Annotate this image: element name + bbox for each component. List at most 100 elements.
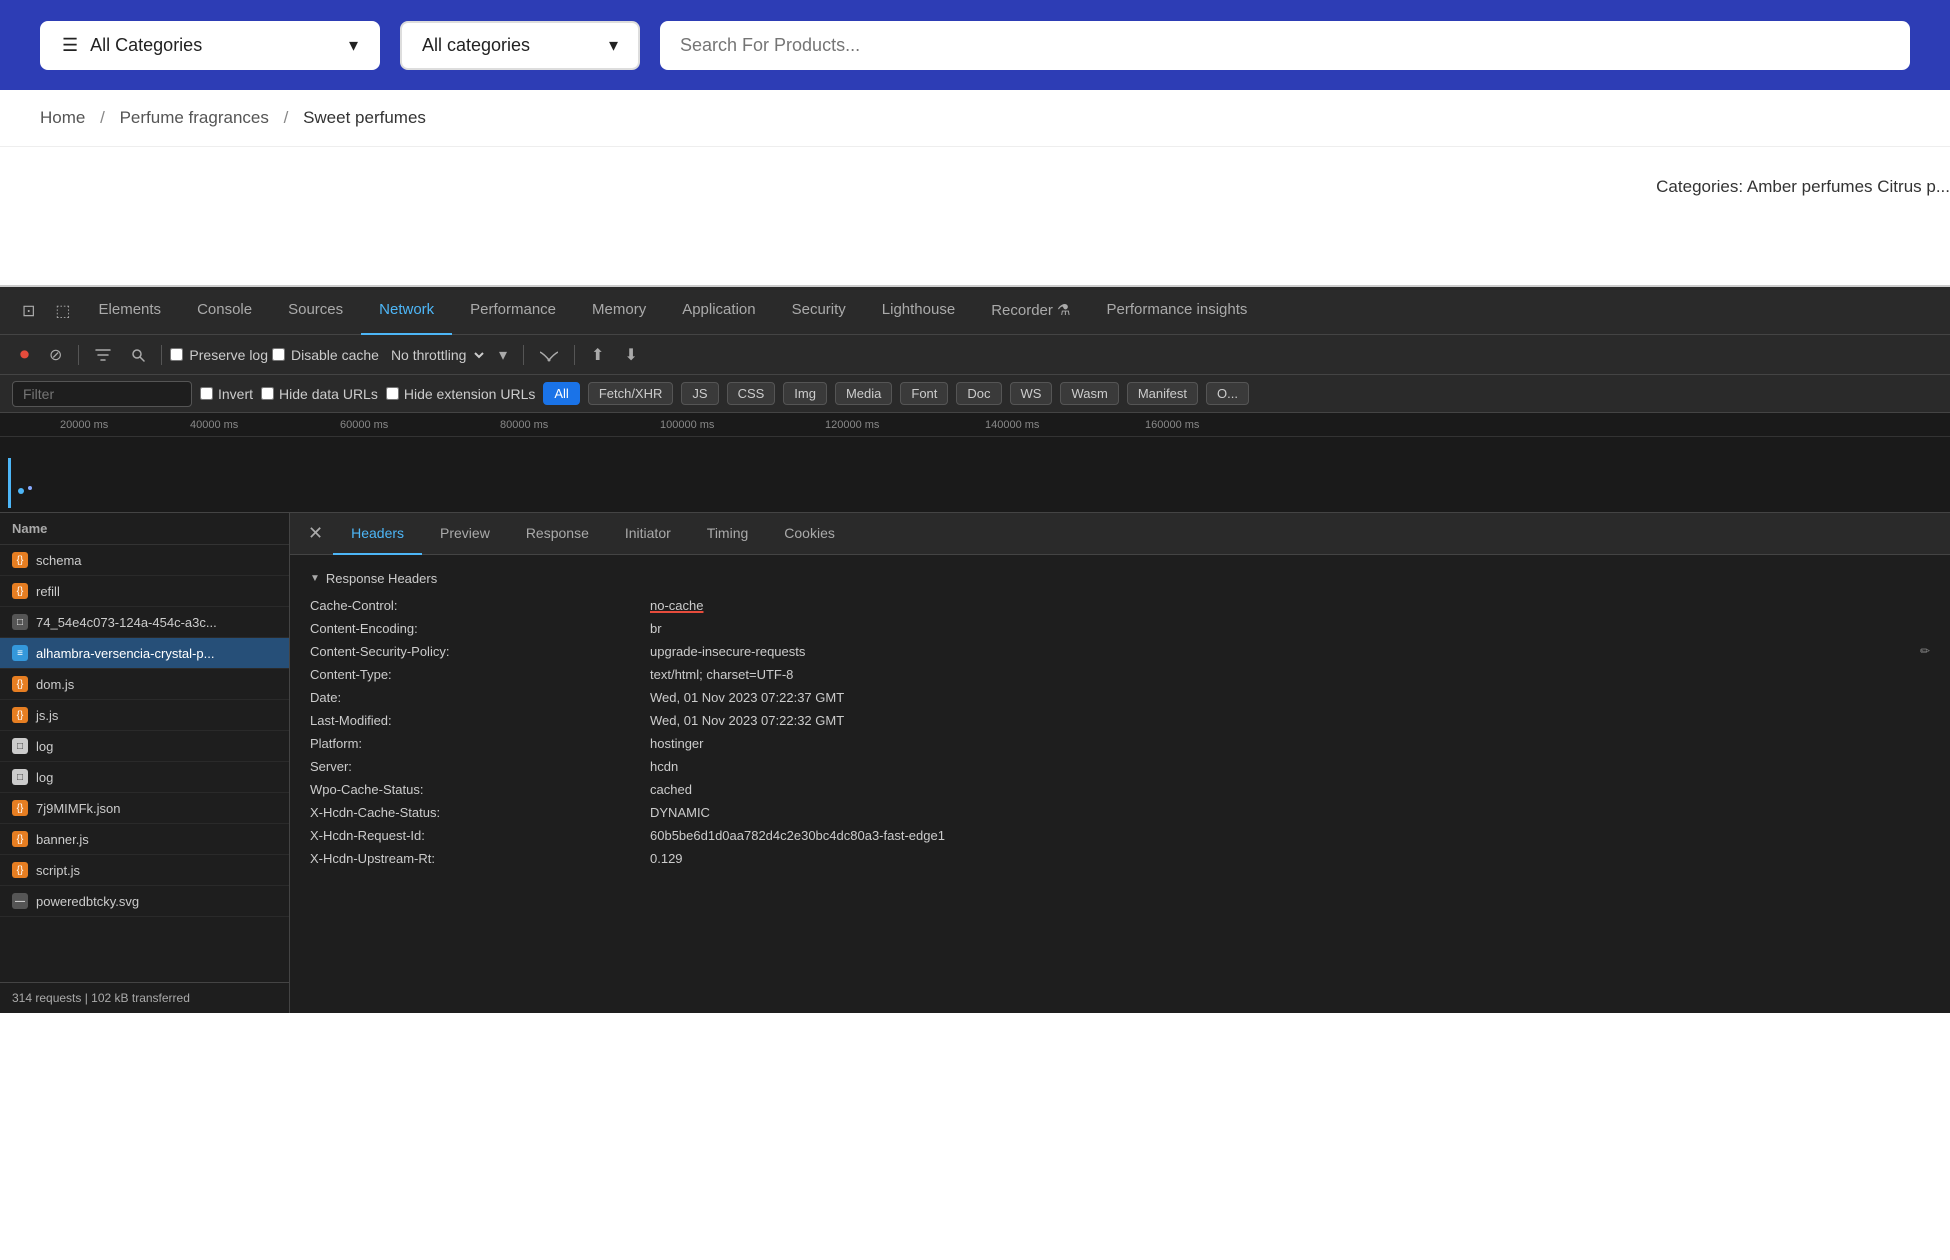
timeline-activity-bar	[8, 458, 11, 508]
breadcrumb-home[interactable]: Home	[40, 108, 85, 127]
header-csp-name: Content-Security-Policy:	[310, 644, 650, 659]
details-tab-preview[interactable]: Preview	[422, 513, 508, 555]
search-input[interactable]	[660, 21, 1910, 70]
header-csp: Content-Security-Policy: upgrade-insecur…	[310, 644, 1930, 659]
all-categories-label: All categories	[422, 35, 530, 56]
header-hcdn-upstream-value: 0.129	[650, 851, 1930, 866]
tab-security[interactable]: Security	[774, 287, 864, 335]
header-hcdn-cache-value: DYNAMIC	[650, 805, 1930, 820]
filter-tag-all[interactable]: All	[543, 382, 579, 405]
tab-network[interactable]: Network	[361, 287, 452, 335]
header-platform-name: Platform:	[310, 736, 650, 751]
timeline-dot-1	[18, 488, 24, 494]
hide-extension-urls-label[interactable]: Hide extension URLs	[386, 386, 536, 402]
scriptjs-icon: {}	[12, 862, 28, 878]
record-stop-btn[interactable]: ⏺	[12, 340, 37, 369]
hide-extension-urls-checkbox[interactable]	[386, 387, 399, 400]
details-tab-cookies[interactable]: Cookies	[766, 513, 853, 555]
svg-name: poweredbtcky.svg	[36, 894, 139, 909]
list-item-refill[interactable]: {} refill	[0, 576, 289, 607]
tab-lighthouse[interactable]: Lighthouse	[864, 287, 973, 335]
list-item-log1[interactable]: □ log	[0, 731, 289, 762]
details-close-btn[interactable]: ✕	[298, 519, 333, 548]
preserve-log-label[interactable]: Preserve log	[170, 347, 268, 363]
filter-tag-img[interactable]: Img	[783, 382, 827, 405]
tab-application[interactable]: Application	[664, 287, 773, 335]
filter-tag-js[interactable]: JS	[681, 382, 718, 405]
74-name: 74_54e4c073-124a-454c-a3c...	[36, 615, 217, 630]
details-tab-timing[interactable]: Timing	[689, 513, 767, 555]
hide-data-urls-checkbox[interactable]	[261, 387, 274, 400]
refill-icon: {}	[12, 583, 28, 599]
filter-tag-ws[interactable]: WS	[1010, 382, 1053, 405]
details-tab-headers[interactable]: Headers	[333, 513, 422, 555]
preserve-log-checkbox[interactable]	[170, 348, 183, 361]
filter-tag-css[interactable]: CSS	[727, 382, 776, 405]
details-content: ▼ Response Headers Cache-Control: no-cac…	[290, 555, 1950, 1013]
list-item-bannerjs[interactable]: {} banner.js	[0, 824, 289, 855]
header-content-type: Content-Type: text/html; charset=UTF-8	[310, 667, 1930, 682]
tab-elements[interactable]: Elements	[81, 287, 180, 335]
search-btn[interactable]	[123, 344, 153, 366]
all-categories-dropdown[interactable]: All categories ▾	[400, 21, 640, 70]
invert-label[interactable]: Invert	[200, 386, 253, 402]
tab-sources[interactable]: Sources	[270, 287, 361, 335]
header-platform-value: hostinger	[650, 736, 1930, 751]
disable-cache-checkbox[interactable]	[272, 348, 285, 361]
list-item-jsjs[interactable]: {} js.js	[0, 700, 289, 731]
list-item-svg[interactable]: — poweredbtcky.svg	[0, 886, 289, 917]
categories-button[interactable]: ☰ All Categories ▾	[40, 21, 380, 70]
list-item-74[interactable]: □ 74_54e4c073-124a-454c-a3c...	[0, 607, 289, 638]
details-tab-response[interactable]: Response	[508, 513, 607, 555]
list-item-alhambra[interactable]: ≡ alhambra-versencia-crystal-p...	[0, 638, 289, 669]
filter-tag-fetch-xhr[interactable]: Fetch/XHR	[588, 382, 674, 405]
list-item-schema[interactable]: {} schema	[0, 545, 289, 576]
filter-tag-wasm[interactable]: Wasm	[1060, 382, 1118, 405]
breadcrumb-perfume[interactable]: Perfume fragrances	[120, 108, 269, 127]
refill-name: refill	[36, 584, 60, 599]
throttle-chevron-btn[interactable]: ▾	[491, 341, 515, 369]
filter-icon-btn[interactable]	[87, 343, 119, 367]
tab-performance[interactable]: Performance	[452, 287, 574, 335]
filter-input[interactable]	[12, 381, 192, 407]
details-tab-initiator[interactable]: Initiator	[607, 513, 689, 555]
tab-recorder[interactable]: Recorder ⚗	[973, 287, 1088, 335]
clear-btn[interactable]: ⊘	[41, 341, 70, 369]
throttle-select[interactable]: No throttling	[383, 344, 487, 366]
details-tab-bar: ✕ Headers Preview Response Initiator Tim…	[290, 513, 1950, 555]
header-wpo-name: Wpo-Cache-Status:	[310, 782, 650, 797]
filter-tag-doc[interactable]: Doc	[956, 382, 1001, 405]
filter-row: Invert Hide data URLs Hide extension URL…	[0, 375, 1950, 413]
list-item-log2[interactable]: □ log	[0, 762, 289, 793]
page-content: Categories: Amber perfumes Citrus p...	[0, 147, 1950, 287]
toolbar-sep1	[78, 345, 79, 365]
wifi-icon-btn[interactable]	[532, 344, 566, 366]
edit-icon[interactable]: ✏	[1920, 644, 1930, 658]
tab-memory[interactable]: Memory	[574, 287, 664, 335]
header-csp-value: upgrade-insecure-requests	[650, 644, 1914, 659]
list-item-domjs[interactable]: {} dom.js	[0, 669, 289, 700]
header-hcdn-cache-name: X-Hcdn-Cache-Status:	[310, 805, 650, 820]
download-btn[interactable]: ⬇	[616, 341, 645, 369]
filter-tag-manifest[interactable]: Manifest	[1127, 382, 1198, 405]
timeline-chart[interactable]	[0, 437, 1950, 512]
jsjs-name: js.js	[36, 708, 58, 723]
header-content-encoding: Content-Encoding: br	[310, 621, 1930, 636]
invert-checkbox[interactable]	[200, 387, 213, 400]
disable-cache-label[interactable]: Disable cache	[272, 347, 379, 363]
tab-perf-insights[interactable]: Performance insights	[1089, 287, 1266, 335]
hide-data-urls-label[interactable]: Hide data URLs	[261, 386, 378, 402]
devtools-dock-icon[interactable]: ⊡	[12, 295, 45, 327]
section-triangle-icon: ▼	[310, 573, 320, 584]
header-cache-control-value: no-cache	[650, 598, 1930, 613]
list-item-scriptjs[interactable]: {} script.js	[0, 855, 289, 886]
devtools-inspect-icon[interactable]: ⬚	[45, 295, 80, 327]
filter-tag-other[interactable]: O...	[1206, 382, 1249, 405]
list-item-json[interactable]: {} 7j9MIMFk.json	[0, 793, 289, 824]
filter-tag-font[interactable]: Font	[900, 382, 948, 405]
tab-console[interactable]: Console	[179, 287, 270, 335]
filter-tag-media[interactable]: Media	[835, 382, 892, 405]
timeline-mark-8: 160000 ms	[1145, 419, 1199, 431]
header-server-name: Server:	[310, 759, 650, 774]
upload-btn[interactable]: ⬆	[583, 341, 612, 369]
